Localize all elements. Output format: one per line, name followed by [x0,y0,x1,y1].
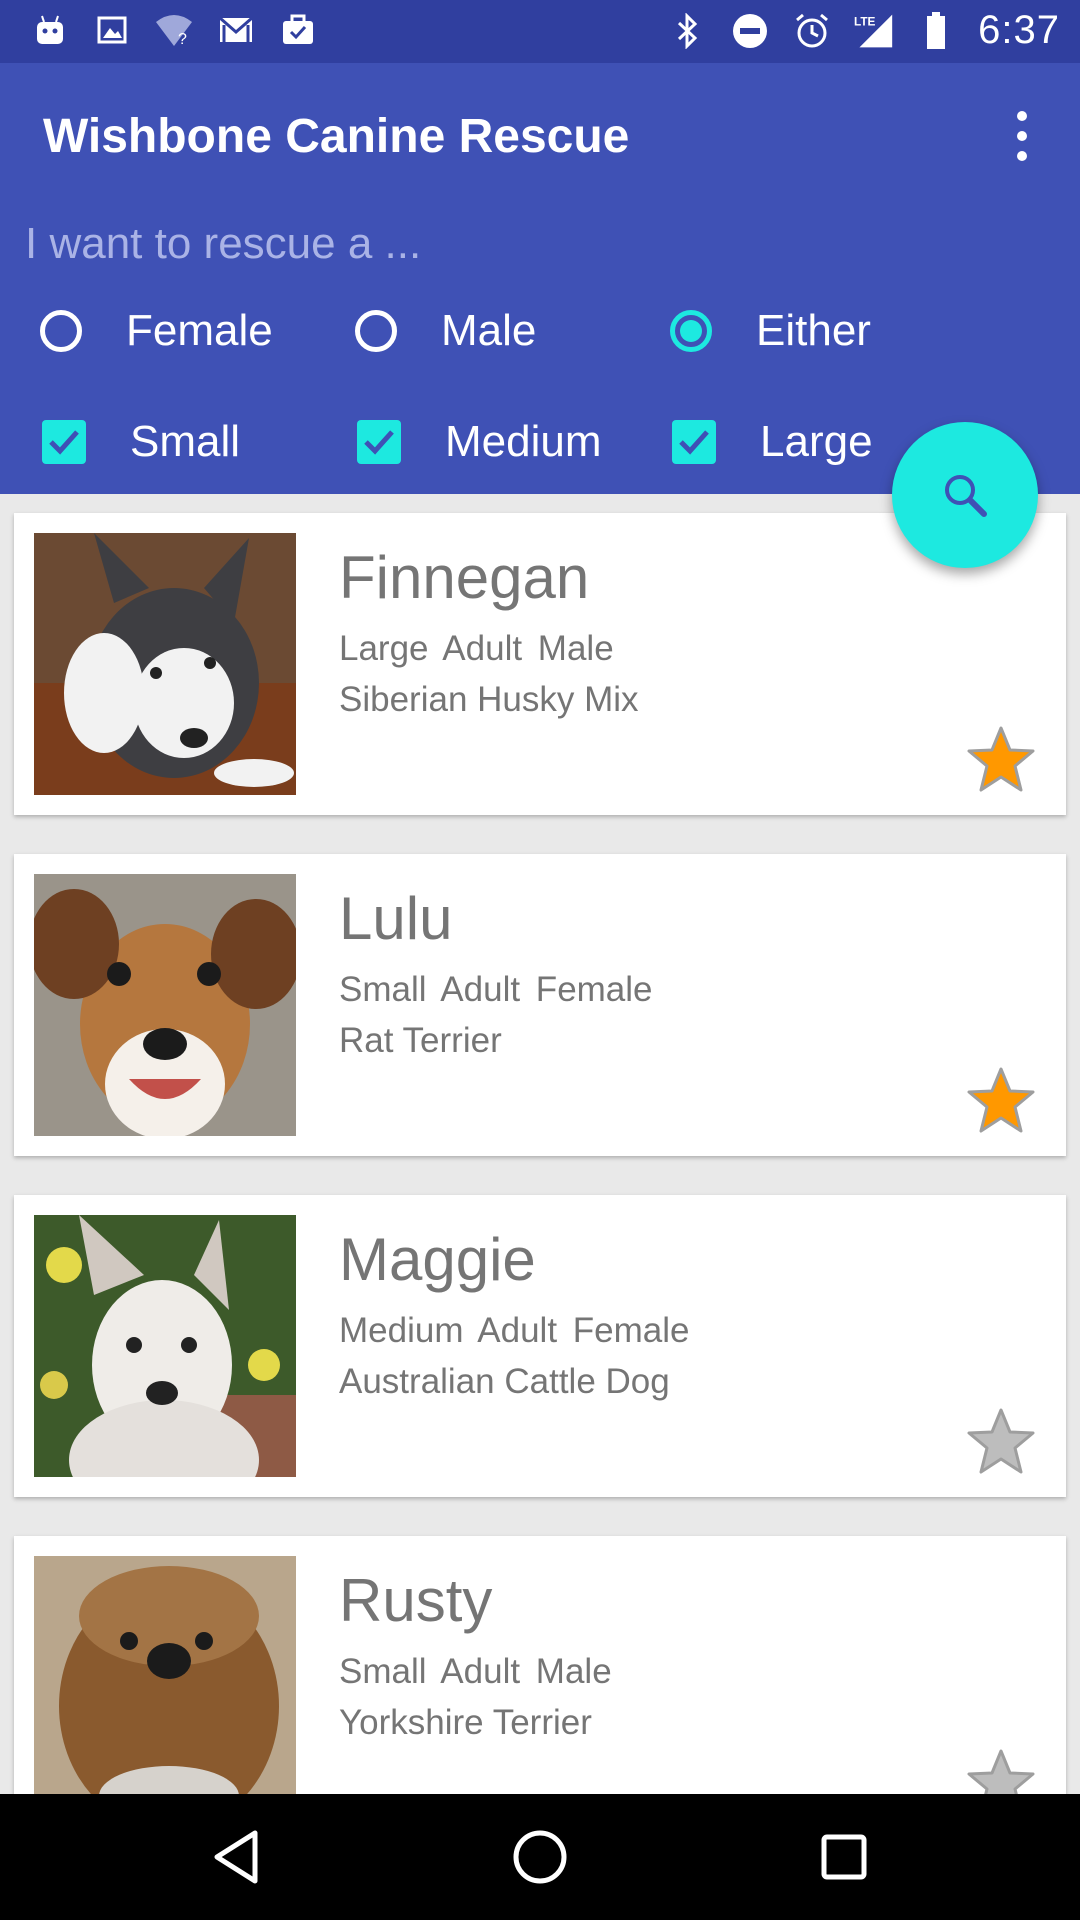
dog-attributes: Large Adult Male [339,629,614,668]
back-icon[interactable] [206,1827,266,1887]
app-bar: Wishbone Canine Rescue I want to rescue … [0,63,1080,494]
do-not-disturb-icon [730,11,770,51]
checkbox-label: Large [760,417,873,466]
dog-breed: Australian Cattle Dog [339,1362,670,1401]
dog-card[interactable]: Lulu Small Adult Female Rat Terrier [14,854,1066,1156]
home-icon[interactable] [510,1827,570,1887]
dog-breed: Rat Terrier [339,1021,502,1060]
favorite-star-icon[interactable] [966,725,1036,795]
dog-breed: Siberian Husky Mix [339,680,639,719]
bluetooth-icon [668,11,708,51]
radio-label: Female [126,306,273,355]
search-fab-button[interactable] [892,422,1038,568]
favorite-star-icon[interactable] [966,1066,1036,1136]
dog-attributes: Small Adult Female [339,970,653,1009]
dog-card[interactable]: Rusty Small Adult Male Yorkshire Terrier [14,1536,1066,1838]
radio-label: Either [756,306,871,355]
dog-photo [34,1215,296,1477]
radio-button[interactable] [355,310,397,352]
checkbox-small[interactable]: Small [42,417,240,467]
dog-name: Maggie [339,1226,536,1293]
dog-photo [34,874,296,1136]
svg-text:LTE: LTE [854,14,876,28]
checkbox-large[interactable]: Large [672,417,873,467]
checkbox-checked[interactable] [672,420,716,464]
checkbox-checked[interactable] [357,420,401,464]
app-title: Wishbone Canine Rescue [43,110,630,163]
checkbox-medium[interactable]: Medium [357,417,602,467]
recents-icon[interactable] [814,1827,874,1887]
checkbox-label: Medium [445,417,602,466]
checkbox-label: Small [130,417,241,466]
dog-name: Rusty [339,1567,493,1634]
svg-text:?: ? [178,31,187,48]
dog-attributes: Medium Adult Female [339,1311,690,1350]
radio-button-checked[interactable] [670,310,712,352]
checkbox-checked[interactable] [42,420,86,464]
favorite-star-icon[interactable] [966,1407,1036,1477]
task-icon [278,10,318,50]
dog-attributes: Small Adult Male [339,1652,612,1691]
dog-name: Lulu [339,885,453,952]
android-icon [30,10,70,50]
status-bar: ? LTE 6:37 [0,0,1080,63]
navigation-bar [0,1794,1080,1920]
filter-prompt: I want to rescue a ... [25,219,422,268]
dog-breed: Yorkshire Terrier [339,1703,592,1742]
gmail-icon [216,10,256,50]
dog-photo [34,1556,296,1818]
wifi-unknown-icon: ? [154,10,194,50]
radio-female[interactable]: Female [40,306,273,356]
radio-button[interactable] [40,310,82,352]
dog-card[interactable]: Maggie Medium Adult Female Australian Ca… [14,1195,1066,1497]
radio-male[interactable]: Male [355,306,536,356]
dog-name: Finnegan [339,544,590,611]
lte-signal-icon: LTE [854,11,894,51]
alarm-icon [792,11,832,51]
clock: 6:37 [978,8,1060,52]
image-icon [92,10,132,50]
radio-either[interactable]: Either [670,306,871,356]
dog-card[interactable]: Finnegan Large Adult Male Siberian Husky… [14,513,1066,815]
radio-label: Male [441,306,537,355]
dog-photo [34,533,296,795]
battery-icon [916,11,956,51]
search-icon [945,475,987,517]
overflow-menu-icon[interactable] [1000,111,1044,161]
